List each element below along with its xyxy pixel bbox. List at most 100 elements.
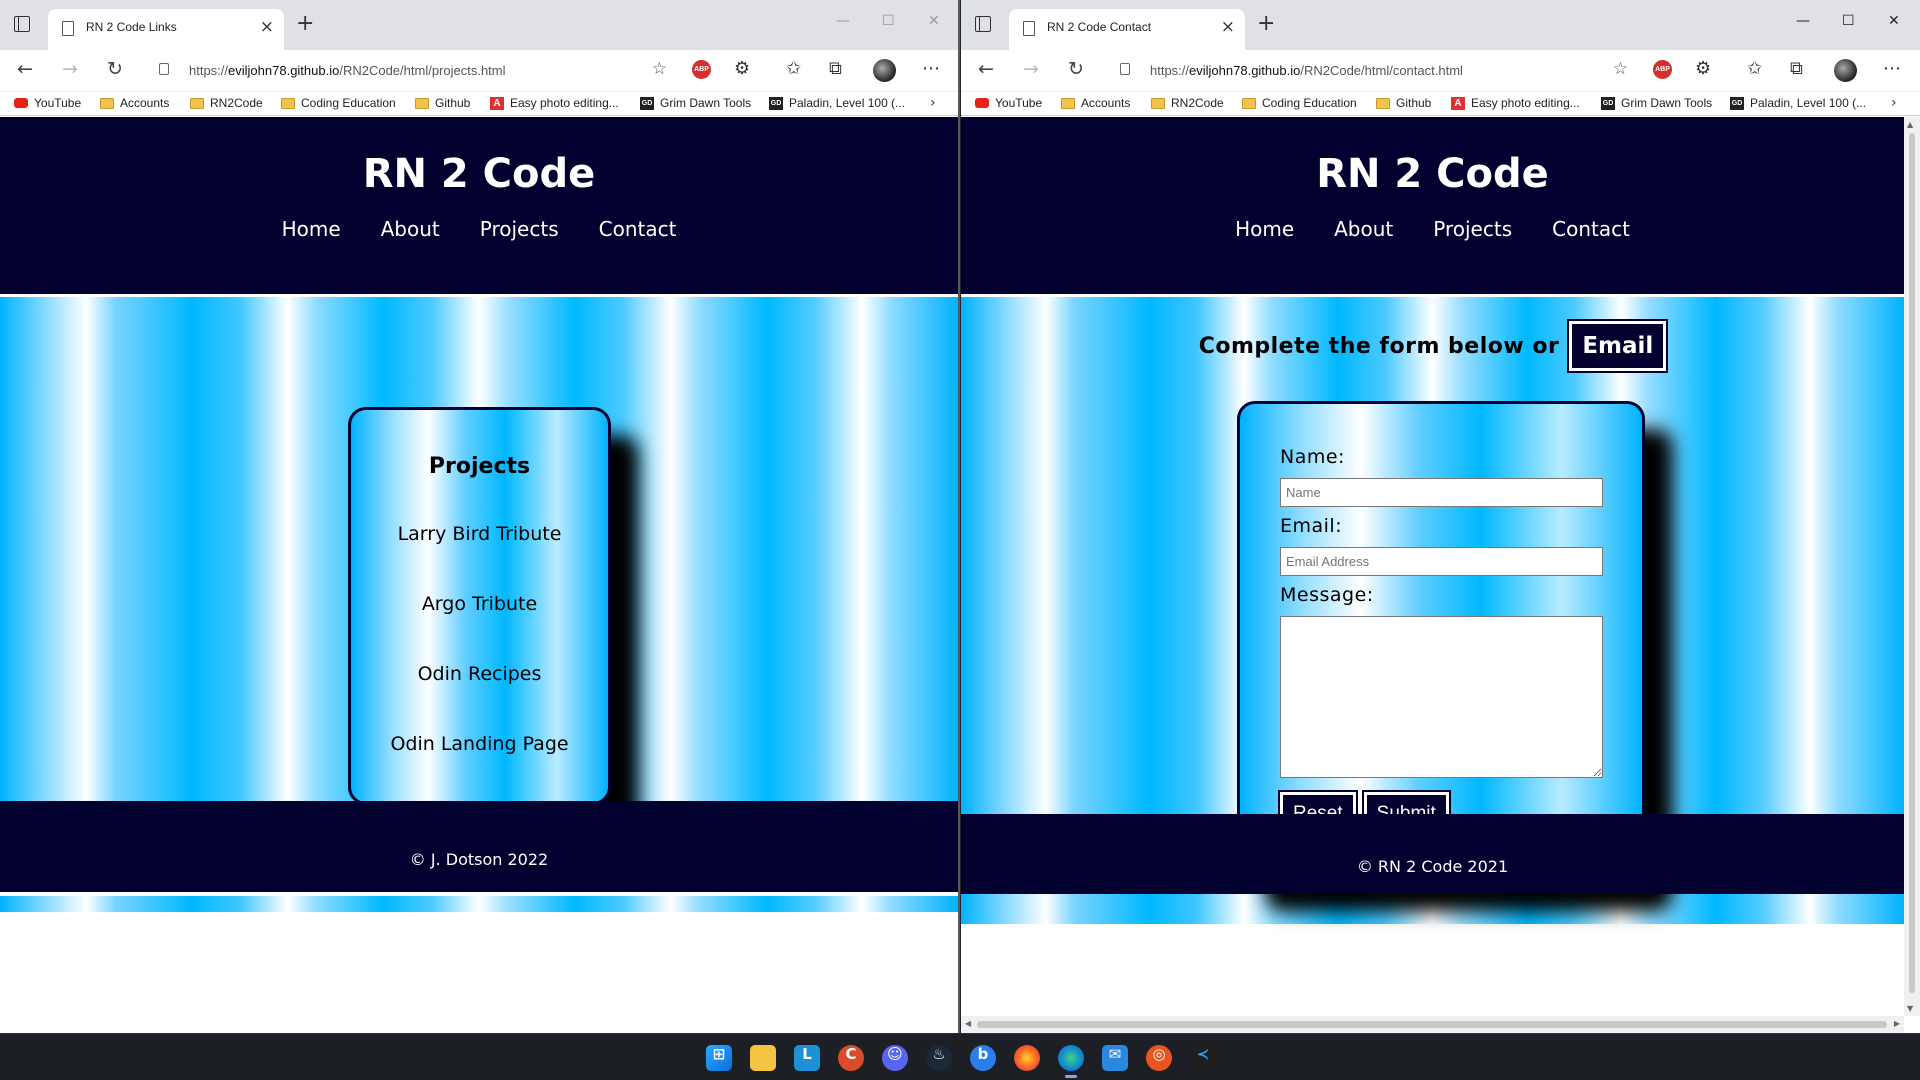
refresh-icon[interactable]: ↻ xyxy=(107,58,123,80)
lock-icon xyxy=(1120,63,1130,75)
bookmark-easy-photo[interactable]: A Easy photo editing... xyxy=(1451,96,1580,110)
scroll-up-icon[interactable]: ▲ xyxy=(1907,120,1913,129)
bookmark-youtube[interactable]: YouTube xyxy=(975,96,1042,110)
more-menu-icon[interactable]: ⋯ xyxy=(1883,58,1901,79)
scrollbar-thumb[interactable] xyxy=(977,1021,1887,1028)
bookmark-youtube[interactable]: YouTube xyxy=(14,96,81,110)
minimize-icon[interactable]: — xyxy=(1796,13,1810,29)
windows-start-icon[interactable]: ⊞ xyxy=(706,1045,732,1071)
message-label: Message: xyxy=(1280,584,1374,606)
steam-icon[interactable]: ♨ xyxy=(926,1045,952,1071)
avatar[interactable] xyxy=(1834,59,1857,82)
bookmark-coding-education[interactable]: Coding Education xyxy=(281,96,396,110)
bookmark-grim-dawn[interactable]: GD Grim Dawn Tools xyxy=(1601,96,1712,110)
grim-dawn-icon: GD xyxy=(1601,96,1615,110)
nav-projects[interactable]: Projects xyxy=(1433,217,1512,241)
nav-contact[interactable]: Contact xyxy=(599,217,677,241)
l-app-icon[interactable]: L xyxy=(794,1045,820,1071)
folder-icon xyxy=(1061,97,1075,109)
bookmark-accounts[interactable]: Accounts xyxy=(100,96,169,110)
avatar[interactable] xyxy=(873,59,896,82)
new-tab-icon[interactable]: + xyxy=(1257,11,1275,36)
nav-home[interactable]: Home xyxy=(282,217,341,241)
email-field[interactable] xyxy=(1280,547,1603,576)
close-window-icon[interactable]: ✕ xyxy=(928,13,940,29)
address-bar[interactable]: https://eviljohn78.github.io/RN2Code/htm… xyxy=(145,54,675,88)
scroll-down-icon[interactable]: ▼ xyxy=(1907,1004,1913,1013)
favorites-icon[interactable]: ✩ xyxy=(1747,58,1762,79)
favorite-star-icon[interactable]: ☆ xyxy=(652,59,667,79)
forward-icon[interactable]: → xyxy=(62,58,78,80)
email-label: Email: xyxy=(1280,515,1343,537)
adblock-icon[interactable]: ABP xyxy=(1653,60,1672,79)
maximize-icon[interactable]: ☐ xyxy=(1842,13,1855,29)
project-link-odin-recipes[interactable]: Odin Recipes xyxy=(351,663,608,685)
ubuntu-icon[interactable]: ◎ xyxy=(1146,1045,1172,1071)
close-window-icon[interactable]: ✕ xyxy=(1888,13,1900,29)
favorite-star-icon[interactable]: ☆ xyxy=(1613,59,1628,79)
firefox-icon[interactable] xyxy=(1014,1045,1040,1071)
minimize-icon[interactable]: — xyxy=(836,13,850,29)
close-tab-icon[interactable]: × xyxy=(1221,17,1235,37)
collections-icon[interactable]: ⧉ xyxy=(829,58,842,79)
address-bar[interactable]: https://eviljohn78.github.io/RN2Code/htm… xyxy=(1106,54,1636,88)
maximize-icon[interactable]: ☐ xyxy=(882,13,895,29)
favorites-icon[interactable]: ✩ xyxy=(786,58,801,79)
scroll-right-icon[interactable]: ▶ xyxy=(1894,1019,1900,1028)
bookmark-coding-education[interactable]: Coding Education xyxy=(1242,96,1357,110)
new-tab-icon[interactable]: + xyxy=(296,11,314,36)
file-explorer-icon[interactable] xyxy=(750,1045,776,1071)
discord-icon[interactable]: ☺ xyxy=(882,1045,908,1071)
bookmark-paladin[interactable]: GD Paladin, Level 100 (... xyxy=(1730,96,1866,110)
refresh-icon[interactable]: ↻ xyxy=(1068,58,1084,80)
bookmark-rn2code[interactable]: RN2Code xyxy=(1151,96,1224,110)
extensions-icon[interactable]: ⚙ xyxy=(1695,58,1711,79)
nav-about[interactable]: About xyxy=(381,217,440,241)
project-link-odin-landing[interactable]: Odin Landing Page xyxy=(351,733,608,755)
forward-icon[interactable]: → xyxy=(1023,58,1039,80)
tab-contact[interactable]: RN 2 Code Contact × xyxy=(1009,9,1245,50)
name-field[interactable] xyxy=(1280,478,1603,507)
horizontal-scrollbar[interactable]: ◀ ▶ xyxy=(961,1016,1904,1033)
nav-contact[interactable]: Contact xyxy=(1552,217,1630,241)
back-icon[interactable]: ← xyxy=(17,58,33,80)
bookmark-paladin[interactable]: GD Paladin, Level 100 (... xyxy=(769,96,905,110)
bing-icon[interactable]: b xyxy=(970,1045,996,1071)
message-field[interactable] xyxy=(1280,616,1603,778)
tab-actions-icon[interactable] xyxy=(14,16,30,32)
bookmark-accounts[interactable]: Accounts xyxy=(1061,96,1130,110)
project-link-argo[interactable]: Argo Tribute xyxy=(351,593,608,615)
email-button[interactable]: Email xyxy=(1567,319,1669,373)
back-icon[interactable]: ← xyxy=(978,58,994,80)
extensions-icon[interactable]: ⚙ xyxy=(734,58,750,79)
scroll-left-icon[interactable]: ◀ xyxy=(965,1019,971,1028)
url-text[interactable]: https://eviljohn78.github.io/RN2Code/htm… xyxy=(189,63,506,78)
bookmark-github[interactable]: Github xyxy=(1376,96,1431,110)
more-menu-icon[interactable]: ⋯ xyxy=(922,58,940,79)
collections-icon[interactable]: ⧉ xyxy=(1790,58,1803,79)
edge-icon[interactable] xyxy=(1058,1045,1084,1078)
bookmark-easy-photo[interactable]: A Easy photo editing... xyxy=(490,96,619,110)
ccleaner-icon[interactable]: C xyxy=(838,1045,864,1071)
adblock-icon[interactable]: ABP xyxy=(692,60,711,79)
chevron-right-icon[interactable]: › xyxy=(930,95,936,111)
chevron-right-icon[interactable]: › xyxy=(1891,95,1897,111)
project-link-larry-bird[interactable]: Larry Bird Tribute xyxy=(351,523,608,545)
tab-projects[interactable]: RN 2 Code Links × xyxy=(48,9,284,50)
bookmark-grim-dawn[interactable]: GD Grim Dawn Tools xyxy=(640,96,751,110)
grim-dawn-icon: GD xyxy=(1730,96,1744,110)
vscode-icon[interactable]: ≺ xyxy=(1190,1045,1216,1071)
scrollbar-thumb[interactable] xyxy=(1909,133,1915,993)
bookmark-github[interactable]: Github xyxy=(415,96,470,110)
youtube-icon xyxy=(975,98,989,108)
url-text[interactable]: https://eviljohn78.github.io/RN2Code/htm… xyxy=(1150,63,1463,78)
nav-projects[interactable]: Projects xyxy=(480,217,559,241)
mail-icon[interactable]: ✉ xyxy=(1102,1045,1128,1071)
close-tab-icon[interactable]: × xyxy=(260,17,274,37)
folder-icon xyxy=(1376,97,1390,109)
bookmark-rn2code[interactable]: RN2Code xyxy=(190,96,263,110)
vertical-scrollbar[interactable]: ▲ ▼ xyxy=(1904,117,1920,1016)
nav-home[interactable]: Home xyxy=(1235,217,1294,241)
nav-about[interactable]: About xyxy=(1334,217,1393,241)
tab-actions-icon[interactable] xyxy=(975,16,991,32)
